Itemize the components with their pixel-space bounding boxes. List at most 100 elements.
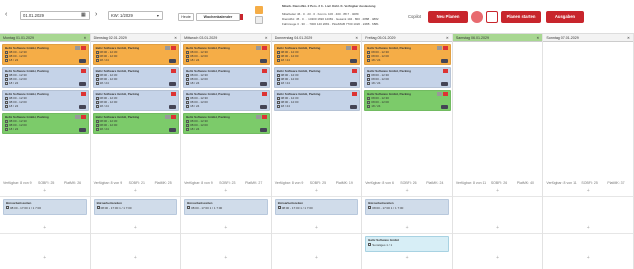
pin-icon[interactable] <box>255 16 263 24</box>
add-icon[interactable]: + <box>43 189 46 194</box>
heute-button[interactable]: Heute <box>178 13 194 21</box>
ausgaben-button[interactable]: Ausgaben <box>546 11 584 23</box>
shift-card[interactable]: Beltz Software GmbH, Packing 08:00 - 12:3… <box>183 90 270 111</box>
add-icon[interactable]: + <box>134 189 137 194</box>
shift-card[interactable]: Beltz Software GmbH, Packing 08:00 - 12:3… <box>364 44 451 65</box>
add-icon[interactable]: + <box>587 226 590 231</box>
add-icon[interactable]: + <box>587 256 590 261</box>
add-icon[interactable]: + <box>406 256 409 261</box>
card-meta: 18 / 24 <box>367 104 448 108</box>
day-header[interactable]: Donnerstag 04.01.2029 ✕ <box>271 34 362 42</box>
pencil-icon[interactable] <box>255 6 263 14</box>
calendar-icon[interactable]: ▦ <box>81 12 86 18</box>
summary-platmk: PlatMK: 40 <box>516 181 534 185</box>
close-icon[interactable]: ✕ <box>446 34 449 41</box>
office-hours-card[interactable]: Büroarbeitszeiten 08:00 - 17:00 1 / 1 7:0… <box>3 199 87 215</box>
shift-card[interactable]: Beltz Software GmbH, Packing 08:00 - 12:3… <box>2 90 89 111</box>
add-icon[interactable]: + <box>224 256 227 261</box>
shift-card[interactable]: Beltz Software GmbH, Packing 08:00 - 12:3… <box>273 44 361 65</box>
shift-card[interactable]: Beltz Software GmbH, Packing 08:00 - 12:3… <box>2 113 89 134</box>
tag-icon <box>74 46 80 50</box>
row-divider <box>543 196 633 197</box>
shift-card[interactable]: Beltz Software GmbH, Packing 08:00 - 12:3… <box>364 67 451 88</box>
add-icon[interactable]: + <box>315 256 318 261</box>
special-card[interactable]: Beltz Software GmbH Sonstiges 1 / 1 <box>365 236 449 252</box>
delete-icon[interactable] <box>240 14 243 20</box>
card-meta: 18 / 24 <box>186 127 267 131</box>
add-icon[interactable]: + <box>43 226 46 231</box>
day-header[interactable]: Mittwoch 03.01.2029 ✕ <box>181 34 271 42</box>
card-meta: 18 / 24 <box>5 127 86 131</box>
add-icon[interactable]: + <box>496 256 499 261</box>
day-header[interactable]: Montag 01.01.2029 ✕ <box>0 34 90 42</box>
flag-icon <box>80 92 86 96</box>
close-icon[interactable]: ✕ <box>355 34 358 41</box>
date-input[interactable]: 01.01.2029 <box>20 11 90 20</box>
close-icon[interactable]: ✕ <box>84 34 87 41</box>
summary-verfuegbar: Verfügbar: 8 von 9 <box>274 181 304 185</box>
next-arrow-icon[interactable]: › <box>95 11 97 18</box>
flag-icon <box>442 92 448 96</box>
tag-icon <box>255 115 261 119</box>
day-header[interactable]: Freitag 05.01.2029 ✕ <box>362 34 452 42</box>
add-icon[interactable]: + <box>134 226 137 231</box>
week-grid: Montag 01.01.2029 ✕ Beltz Software GmbH, P… <box>0 34 634 269</box>
shift-card[interactable]: Beltz Software GmbH, Packing 08:00 - 12:3… <box>183 44 270 65</box>
add-icon[interactable]: + <box>224 226 227 231</box>
close-icon[interactable]: ✕ <box>536 34 539 41</box>
vehicle-icon <box>169 82 177 86</box>
close-icon[interactable]: ✕ <box>174 34 177 41</box>
clock-icon <box>187 206 191 210</box>
add-icon[interactable]: + <box>315 226 318 231</box>
close-icon[interactable]: ✕ <box>265 34 268 41</box>
shift-card[interactable]: Beltz Software GmbH, Packing 08:00 - 12:3… <box>92 44 180 65</box>
shift-card[interactable]: Beltz Software GmbH, Packing 08:00 - 12:3… <box>183 67 270 88</box>
day-header[interactable]: Dienstag 02.01.2029 ✕ <box>90 34 181 42</box>
tag-icon <box>436 92 442 96</box>
summary-platmk: PlatMK: 37 <box>607 181 625 185</box>
settings-button[interactable] <box>486 11 498 23</box>
prev-arrow-icon[interactable]: ‹ <box>5 11 7 18</box>
shift-card[interactable]: Beltz Software GmbH, Packing 08:00 - 12:3… <box>273 67 361 88</box>
refresh-button[interactable] <box>471 11 483 23</box>
add-icon[interactable]: + <box>587 189 590 194</box>
shift-card[interactable]: Beltz Software GmbH, Packing 08:00 - 12:3… <box>92 67 180 88</box>
office-hours-card[interactable]: Büroarbeitszeiten 08:00 - 17:00 1 / 1 7:0… <box>274 199 359 215</box>
shift-card[interactable]: Beltz Software GmbH, Packing 08:00 - 12:3… <box>364 90 451 111</box>
neu-planen-button[interactable]: Neu Planen <box>428 11 468 23</box>
add-icon[interactable]: + <box>315 189 318 194</box>
add-icon[interactable]: + <box>496 226 499 231</box>
office-hours-card[interactable]: Büroarbeitszeiten 08:00 - 17:00 1 / 1 7:0… <box>365 199 449 215</box>
card-meta: 18 / 24 <box>276 104 358 108</box>
close-icon[interactable]: ✕ <box>627 34 630 41</box>
vehicle-icon <box>440 105 448 109</box>
shift-card[interactable]: Beltz Software GmbH, Packing 08:00 - 12:3… <box>183 113 270 134</box>
flag-icon <box>261 69 267 73</box>
card-meta: 18 / 24 <box>5 104 86 108</box>
shift-card[interactable]: Beltz Software GmbH, Packing 08:00 - 12:3… <box>2 67 89 88</box>
add-icon[interactable]: + <box>224 189 227 194</box>
add-icon[interactable]: + <box>496 189 499 194</box>
shift-card[interactable]: Beltz Software GmbH, Packing 08:00 - 12:3… <box>273 90 361 111</box>
office-hours-card[interactable]: Büroarbeitszeiten 08:00 - 17:00 1 / 1 7:0… <box>184 199 268 215</box>
vehicle-icon <box>78 82 86 86</box>
flag-icon <box>80 115 86 119</box>
week-select[interactable]: KW: 1/2029 ▾ <box>108 11 163 20</box>
clock-icon <box>96 206 100 210</box>
add-icon[interactable]: + <box>406 189 409 194</box>
flag-icon <box>171 115 177 119</box>
shift-card[interactable]: Beltz Software GmbH, Packing 08:00 - 12:3… <box>92 90 180 111</box>
day-header[interactable]: Samstag 06.01.2029 ✕ <box>452 34 543 42</box>
shift-card[interactable]: Beltz Software GmbH, Packing 08:00 - 12:3… <box>2 44 89 65</box>
shift-card[interactable]: Beltz Software GmbH, Packing 08:00 - 12:3… <box>92 113 180 134</box>
day-header[interactable]: Sonntag 07.01.2029 ✕ <box>543 34 633 42</box>
office-hours-card[interactable]: Büroarbeitszeiten 08:00 - 17:00 1 / 1 7:0… <box>93 199 178 215</box>
summary-verfuegbar: Verfügbar: 8 von 9 <box>93 181 123 185</box>
tag-icon <box>255 46 261 50</box>
wochenkalender-select[interactable]: Wochenkalender <box>196 13 240 21</box>
add-icon[interactable]: + <box>134 256 137 261</box>
add-icon[interactable]: + <box>406 226 409 231</box>
planen-starten-button[interactable]: Planen starten <box>501 11 541 23</box>
add-icon[interactable]: + <box>43 256 46 261</box>
flag-icon <box>261 115 267 119</box>
